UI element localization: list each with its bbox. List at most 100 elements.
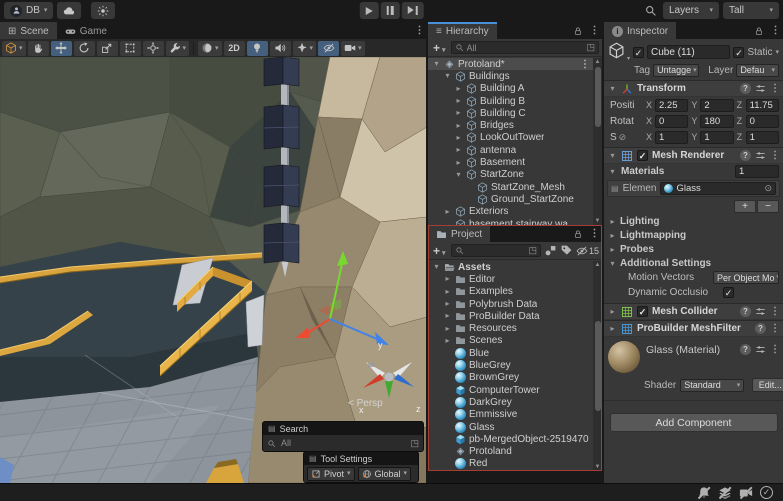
hierarchy-item[interactable]: ▾◈Protoland*⋮ [428,58,602,70]
lock-icon[interactable] [751,22,767,39]
presets-icon[interactable] [755,344,766,355]
additional-settings-foldout[interactable]: ▾Additional Settings [604,256,783,270]
tab-hierarchy[interactable]: ≡ Hierarchy [428,22,497,39]
probuilder-meshfilter-header[interactable]: ▸ ProBuilder MeshFilter ? ⋮ [604,320,783,337]
tab-scene[interactable]: ⊞ Scene [0,22,57,39]
tab-game[interactable]: Game [57,22,115,39]
foldout-icon[interactable]: ▸ [608,324,617,333]
grid-snap-button[interactable] [91,2,115,19]
search-overlay-titlebar[interactable]: ▤ Search [263,422,423,435]
pivot-dropdown[interactable]: Pivot ▾ [307,467,355,481]
scale-z-field[interactable]: 1 [746,131,779,144]
hierarchy-item[interactable]: ▸Exteriors [428,206,602,218]
scene-search-input[interactable] [279,437,407,449]
shader-dropdown[interactable]: Standard▾ [680,379,744,392]
hierarchy-item[interactable]: ▸antenna [428,144,602,156]
cloud-button[interactable] [57,2,81,19]
move-tool-button[interactable] [51,41,72,56]
foldout-icon[interactable]: ▾ [454,171,463,179]
hidden-objects-button[interactable] [318,41,339,56]
edit-shader-button[interactable]: Edit... [752,378,783,392]
open-search-window-icon[interactable]: ◳ [528,245,537,256]
project-item[interactable]: Red [428,458,602,470]
lighting-foldout[interactable]: ▸Lighting [604,214,783,228]
play-button[interactable] [359,2,378,19]
drag-handle-icon[interactable]: ▤ [309,454,317,463]
foldout-icon[interactable]: ▸ [454,109,463,117]
foldout-icon[interactable]: ▸ [443,337,452,345]
project-item[interactable]: ◈Protoland [428,445,602,457]
mode-2d-button[interactable]: 2D [224,41,245,56]
tag-dropdown[interactable]: Untagge▾ [653,64,699,77]
hierarchy-scrollbar[interactable]: ▲ ▼ [593,58,602,225]
foldout-icon[interactable]: ▸ [454,159,463,167]
scene-viewport[interactable]: y x z < Persp [0,57,427,483]
gameobject-icon[interactable]: ▾ [608,42,630,62]
pane-menu-icon[interactable]: ⋮ [411,22,427,39]
constrain-proportions-icon[interactable]: ⊘ [619,132,627,143]
position-z-field[interactable]: 11.75 [746,99,779,112]
draw-mode-button[interactable]: ▾ [198,41,222,56]
perspective-label[interactable]: < Persp [348,398,383,409]
component-menu-icon[interactable]: ⋮ [770,323,779,334]
project-item[interactable]: ▸Resources [428,322,602,334]
active-checkbox[interactable]: ✓ [633,47,644,58]
hierarchy-item[interactable]: ▸Building B [428,95,602,107]
foldout-icon[interactable]: ▾ [608,167,617,176]
mesh-collider-header[interactable]: ▸ ✓ Mesh Collider ? ⋮ [604,303,783,320]
position-x-field[interactable]: 2.25 [655,99,688,112]
help-icon[interactable]: ? [740,150,751,161]
hierarchy-item[interactable]: ▸Bridges [428,119,602,131]
foldout-icon[interactable]: ▾ [432,60,441,68]
position-y-field[interactable]: 2 [700,99,733,112]
foldout-icon[interactable]: ▸ [443,288,452,296]
mesh-renderer-checkbox[interactable]: ✓ [637,150,648,161]
presets-icon[interactable] [755,83,766,94]
foldout-icon[interactable]: ▾ [608,151,617,160]
rotate-tool-button[interactable] [74,41,95,56]
scene-lighting-button[interactable] [247,41,268,56]
scene-camera-button[interactable]: ▾ [341,41,365,56]
project-search-input[interactable] [467,246,526,256]
hierarchy-item[interactable]: ▸Building C [428,107,602,119]
search-by-label-icon[interactable] [560,244,573,257]
remove-material-button[interactable]: − [757,200,779,213]
account-button[interactable]: DB ▾ [4,2,53,19]
help-icon[interactable]: ? [740,83,751,94]
probes-foldout[interactable]: ▸Probes [604,242,783,256]
foldout-icon[interactable]: ▸ [443,275,452,283]
foldout-icon[interactable]: ▸ [454,97,463,105]
dynamic-occlusion-checkbox[interactable]: ✓ [723,287,734,298]
handle-space-dropdown[interactable]: Global ▾ [358,467,412,481]
scale-y-field[interactable]: 1 [700,131,733,144]
add-material-button[interactable]: + [734,200,756,213]
foldout-icon[interactable]: ▸ [443,208,452,216]
transform-tool-button[interactable] [143,41,164,56]
project-item[interactable]: Glass [428,421,602,433]
create-object-button[interactable]: +▾ [431,41,448,55]
create-asset-button[interactable]: +▾ [431,244,448,258]
project-item[interactable]: ▸Examples [428,286,602,298]
mesh-collider-checkbox[interactable]: ✓ [637,306,648,317]
custom-tools-button[interactable]: ▾ [166,41,190,56]
foldout-icon[interactable]: ▾ [443,72,452,80]
tool-handle-button[interactable]: ▾ [2,41,26,56]
foldout-icon[interactable]: ▸ [608,307,617,316]
search-by-type-icon[interactable] [544,244,557,257]
search-icon[interactable] [644,4,657,17]
foldout-icon[interactable]: ▾ [432,263,441,271]
transform-header[interactable]: ▾ Transform ? ⋮ [604,80,783,97]
foldout-icon[interactable]: ▾ [608,84,617,93]
layers-dropdown[interactable]: Layers▾ [663,2,719,19]
open-search-window-icon[interactable]: ◳ [586,42,595,53]
hierarchy-item[interactable]: ▸Basement [428,156,602,168]
project-scrollbar[interactable]: ▲ ▼ [593,261,602,471]
project-item[interactable]: ▸Scenes [428,335,602,347]
project-item[interactable]: BrownGrey [428,372,602,384]
help-icon[interactable]: ? [740,344,751,355]
open-search-window-icon[interactable]: ◳ [410,438,419,449]
lock-icon[interactable] [570,22,586,39]
foldout-icon[interactable]: ▸ [454,85,463,93]
tab-inspector[interactable]: i Inspector [604,22,676,39]
project-item[interactable]: ComputerTower [428,384,602,396]
